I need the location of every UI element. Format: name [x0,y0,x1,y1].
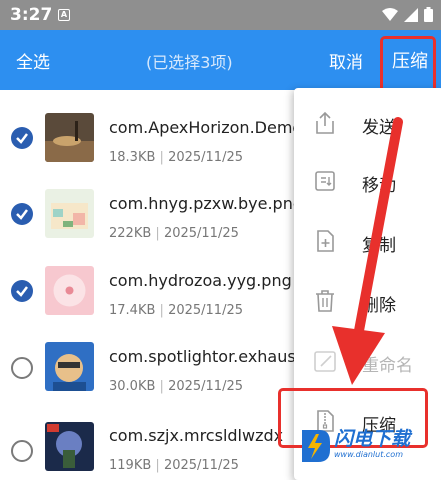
checkbox-checked[interactable] [11,280,33,302]
file-name: com.ApexHorizon.Demo [109,118,303,137]
checkmark-icon [16,209,28,220]
share-icon [316,111,334,134]
file-date: 2025/11/25 [168,379,243,394]
file-size: 30.0KB [109,379,156,394]
menu-item-label: 复制 [362,236,396,256]
file-meta: 18.3KB | 2025/11/25 [109,150,243,165]
menu-item-copy[interactable]: 复制 [294,212,441,270]
file-thumbnail [45,189,94,238]
status-time: 3:27 [10,5,53,25]
file-date: 2025/11/25 [163,458,239,473]
thumbnail-image-icon [45,342,94,391]
selection-count-label: (已选择3项) [146,53,233,72]
file-size: 17.4KB [109,303,156,318]
cancel-button[interactable]: 取消 [329,48,363,73]
meta-separator: | [159,303,164,318]
file-manager-screen: 3:27 A 全选 (已选择3项) 取消 压缩 com.ApexHorizon.… [0,0,441,480]
file-date: 2025/11/25 [168,303,243,318]
checkbox-unchecked[interactable] [11,357,33,379]
move-icon [315,171,335,191]
file-thumbnail [45,342,94,391]
notification-icon: A [58,9,70,21]
meta-separator: | [155,226,160,241]
file-name: com.hnyg.pzxw.bye.png [109,194,303,213]
menu-item-label: 发送 [362,118,396,138]
file-size: 18.3KB [109,150,156,165]
watermark: 闪电下载 www.dianlut.com [296,418,436,476]
thumbnail-image-icon [45,266,94,315]
copy-icon [317,230,334,252]
checkmark-icon [16,133,28,144]
status-icons [382,7,433,22]
file-meta: 222KB | 2025/11/25 [109,226,239,241]
rename-icon [314,351,336,372]
file-name: com.hydrozoa.yyg.png [109,271,292,290]
file-name: com.spotlightor.exhaust [109,347,302,366]
battery-icon [424,7,433,22]
menu-item-move[interactable]: 移动 [294,152,441,210]
checkbox-unchecked[interactable] [11,440,33,462]
highlight-box-compress-button [380,36,436,94]
meta-separator: | [155,458,160,473]
thumbnail-image-icon [45,422,94,471]
trash-icon [316,290,334,312]
file-meta: 17.4KB | 2025/11/25 [109,303,243,318]
file-name: com.szjx.mrcsldlwzdx [109,426,284,445]
thumbnail-image-icon [45,189,94,238]
checkmark-icon [16,286,28,297]
meta-separator: | [159,150,164,165]
file-size: 222KB [109,226,152,241]
file-meta: 30.0KB | 2025/11/25 [109,379,243,394]
signal-icon [404,7,418,22]
menu-item-rename[interactable]: 重命名 [294,332,441,390]
lightning-logo-icon [302,430,330,462]
file-date: 2025/11/25 [168,150,243,165]
file-thumbnail [45,113,94,162]
menu-item-send[interactable]: 发送 [294,94,441,152]
select-all-button[interactable]: 全选 [16,48,50,73]
file-date: 2025/11/25 [163,226,239,241]
menu-item-label: 重命名 [362,356,413,376]
watermark-text: 闪电下载 [334,428,411,450]
thumbnail-image-icon [45,113,94,162]
selection-toolbar: 全选 (已选择3项) 取消 压缩 [0,30,441,90]
checkbox-checked[interactable] [11,203,33,225]
checkbox-checked[interactable] [11,127,33,149]
wifi-icon [382,7,398,21]
watermark-url: www.dianlut.com [334,450,403,459]
file-thumbnail [45,266,94,315]
meta-separator: | [159,379,164,394]
menu-item-delete[interactable]: 删除 [294,272,441,330]
menu-item-label: 移动 [362,176,396,196]
file-meta: 119KB | 2025/11/25 [109,458,239,473]
status-bar: 3:27 A [0,0,441,30]
file-size: 119KB [109,458,152,473]
menu-item-label: 删除 [362,296,396,316]
file-thumbnail [45,422,94,471]
